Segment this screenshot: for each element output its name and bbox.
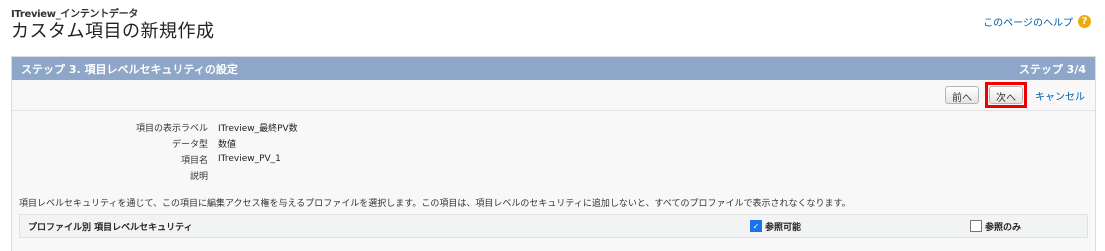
step-title: ステップ 3. 項目レベルセキュリティの設定 bbox=[21, 62, 238, 76]
field-value: ITreview_PV_1 bbox=[218, 154, 281, 164]
field-label: 項目名 bbox=[180, 155, 208, 166]
field-value: ITreview_最終PV数 bbox=[218, 123, 298, 134]
field-row: 項目名 ITreview_PV_1 bbox=[12, 151, 1095, 167]
table-title: プロファイル別 項目レベルセキュリティ bbox=[28, 222, 193, 233]
field-label: データ型 bbox=[171, 139, 208, 150]
step-counter: ステップ 3/4 bbox=[1018, 62, 1086, 76]
help-link[interactable]: このページのヘルプ bbox=[983, 14, 1073, 29]
field-row: 説明 bbox=[12, 167, 1095, 183]
field-label: 項目の表示ラベル bbox=[135, 123, 208, 134]
readonly-all-checkbox[interactable] bbox=[970, 220, 982, 232]
cancel-link[interactable]: キャンセル bbox=[1035, 88, 1085, 103]
button-row: 前へ 次へ キャンセル bbox=[12, 80, 1095, 111]
field-summary: 項目の表示ラベル ITreview_最終PV数 データ型 数値 項目名 ITre… bbox=[12, 119, 1095, 183]
visible-all-checkbox[interactable]: ✓ bbox=[750, 220, 762, 232]
visible-column-label: 参照可能 bbox=[765, 222, 802, 233]
field-label: 説明 bbox=[189, 171, 208, 182]
help-area: このページのヘルプ ? bbox=[983, 14, 1091, 29]
field-row: データ型 数値 bbox=[12, 135, 1095, 151]
prev-button[interactable]: 前へ bbox=[945, 86, 979, 104]
field-value: 数値 bbox=[218, 139, 237, 150]
profile-security-table-header: プロファイル別 項目レベルセキュリティ ✓ 参照可能 参照のみ bbox=[19, 214, 1088, 238]
question-icon[interactable]: ? bbox=[1078, 15, 1091, 28]
instruction-text: 項目レベルセキュリティを通じて、この項目に編集アクセス権を与えるプロファイルを選… bbox=[19, 199, 851, 209]
field-row: 項目の表示ラベル ITreview_最終PV数 bbox=[12, 119, 1095, 135]
readonly-column: 参照のみ bbox=[970, 220, 1021, 233]
next-button-highlight: 次へ bbox=[985, 82, 1027, 108]
visible-column: ✓ 参照可能 bbox=[750, 220, 801, 233]
wizard-panel: ステップ 3. 項目レベルセキュリティの設定 ステップ 3/4 前へ 次へ キャ… bbox=[11, 56, 1096, 251]
page-title: カスタム項目の新規作成 bbox=[11, 21, 215, 42]
readonly-column-label: 参照のみ bbox=[985, 222, 1022, 233]
step-header: ステップ 3. 項目レベルセキュリティの設定 ステップ 3/4 bbox=[12, 57, 1095, 80]
next-button[interactable]: 次へ bbox=[989, 86, 1023, 104]
